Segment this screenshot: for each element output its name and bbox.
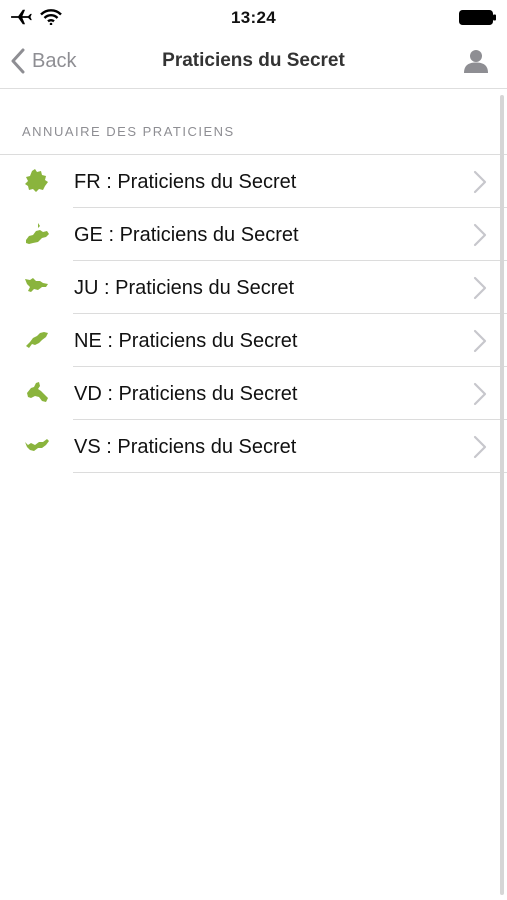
back-button[interactable]: Back <box>10 46 76 76</box>
chevron-right-icon <box>473 223 487 247</box>
status-bar: 13:24 <box>0 0 507 34</box>
list-item-ge[interactable]: GE : Praticiens du Secret <box>0 208 507 261</box>
chevron-right-icon <box>473 170 487 194</box>
chevron-left-icon <box>11 48 25 74</box>
list-item-label: NE : Praticiens du Secret <box>74 330 298 352</box>
list-item-ne[interactable]: NE : Praticiens du Secret <box>0 314 507 367</box>
canton-vs-icon <box>25 439 49 451</box>
chevron-right-icon <box>473 329 487 353</box>
list-item-label: FR : Praticiens du Secret <box>74 171 297 193</box>
back-label: Back <box>32 49 77 72</box>
list-item-ju[interactable]: JU : Praticiens du Secret <box>0 261 507 314</box>
list-item-vs[interactable]: VS : Praticiens du Secret <box>0 420 507 473</box>
section-header: ANNUAIRE DES PRATICIENS <box>22 124 235 139</box>
list-item-fr[interactable]: FR : Praticiens du Secret <box>0 155 507 208</box>
list-item-label: GE : Praticiens du Secret <box>74 224 299 246</box>
practitioner-directory-list: FR : Praticiens du Secret GE : Praticien… <box>0 154 507 473</box>
canton-vd-icon <box>27 382 48 402</box>
list-item-label: VS : Praticiens du Secret <box>74 436 297 458</box>
list-item-label: VD : Praticiens du Secret <box>74 383 298 405</box>
chevron-right-icon <box>473 276 487 300</box>
canton-ju-icon <box>25 278 48 292</box>
battery-icon <box>459 10 496 25</box>
user-icon[interactable] <box>463 48 489 74</box>
canton-ne-icon <box>26 332 48 348</box>
canton-fr-icon <box>25 169 48 192</box>
list-item-vd[interactable]: VD : Praticiens du Secret <box>0 367 507 420</box>
status-time: 13:24 <box>231 8 276 27</box>
chevron-right-icon <box>473 382 487 406</box>
navigation-bar: Back Praticiens du Secret <box>0 34 507 89</box>
chevron-right-icon <box>473 435 487 459</box>
scrollbar[interactable] <box>500 95 504 895</box>
list-item-label: JU : Praticiens du Secret <box>74 277 295 299</box>
page-title: Praticiens du Secret <box>162 50 345 71</box>
canton-ge-icon <box>26 223 49 244</box>
